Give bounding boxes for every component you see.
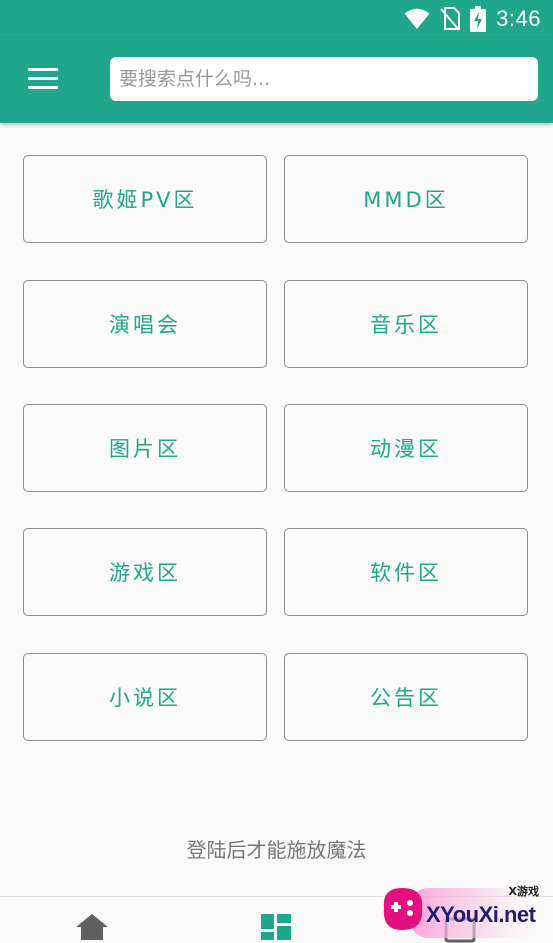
search-box[interactable] xyxy=(110,57,538,101)
home-icon xyxy=(76,914,108,940)
watermark-small-text: X游戏 xyxy=(508,885,539,898)
category-mmd[interactable]: MMD区 xyxy=(284,155,528,243)
category-software[interactable]: 软件区 xyxy=(284,528,528,616)
status-icons: 3:46 xyxy=(404,6,541,32)
category-novels[interactable]: 小说区 xyxy=(23,653,267,741)
category-label: 图片区 xyxy=(109,437,181,461)
watermark-logo: X游戏 XYouXi.net xyxy=(380,880,553,938)
category-anime[interactable]: 动漫区 xyxy=(284,404,528,492)
status-time: 3:46 xyxy=(496,6,541,31)
category-announcements[interactable]: 公告区 xyxy=(284,653,528,741)
category-label: 歌姬PV区 xyxy=(92,188,198,212)
dashboard-icon xyxy=(261,914,291,940)
no-sim-icon xyxy=(440,7,461,31)
nav-home[interactable] xyxy=(52,897,132,940)
battery-charging-icon xyxy=(470,6,487,32)
login-prompt: 登陆后才能施放魔法 xyxy=(186,838,367,862)
category-label: 动漫区 xyxy=(370,437,442,461)
category-label: 软件区 xyxy=(370,561,442,585)
category-concert[interactable]: 演唱会 xyxy=(23,280,267,368)
status-bar: 3:46 xyxy=(0,0,553,38)
category-label: 音乐区 xyxy=(370,313,442,337)
category-label: 小说区 xyxy=(109,686,181,710)
hamburger-menu-icon[interactable] xyxy=(28,68,58,90)
watermark-text: XYouXi.net xyxy=(426,902,536,927)
category-label: 公告区 xyxy=(370,686,442,710)
search-input[interactable] xyxy=(119,57,529,101)
category-label: MMD区 xyxy=(363,188,449,212)
category-vocaloid-pv[interactable]: 歌姬PV区 xyxy=(23,155,267,243)
wifi-icon xyxy=(404,8,430,29)
category-label: 演唱会 xyxy=(109,313,181,337)
category-music[interactable]: 音乐区 xyxy=(284,280,528,368)
category-games[interactable]: 游戏区 xyxy=(23,528,267,616)
nav-dashboard[interactable] xyxy=(236,897,316,940)
app-bar xyxy=(0,38,553,123)
category-images[interactable]: 图片区 xyxy=(23,404,267,492)
category-label: 游戏区 xyxy=(109,561,181,585)
